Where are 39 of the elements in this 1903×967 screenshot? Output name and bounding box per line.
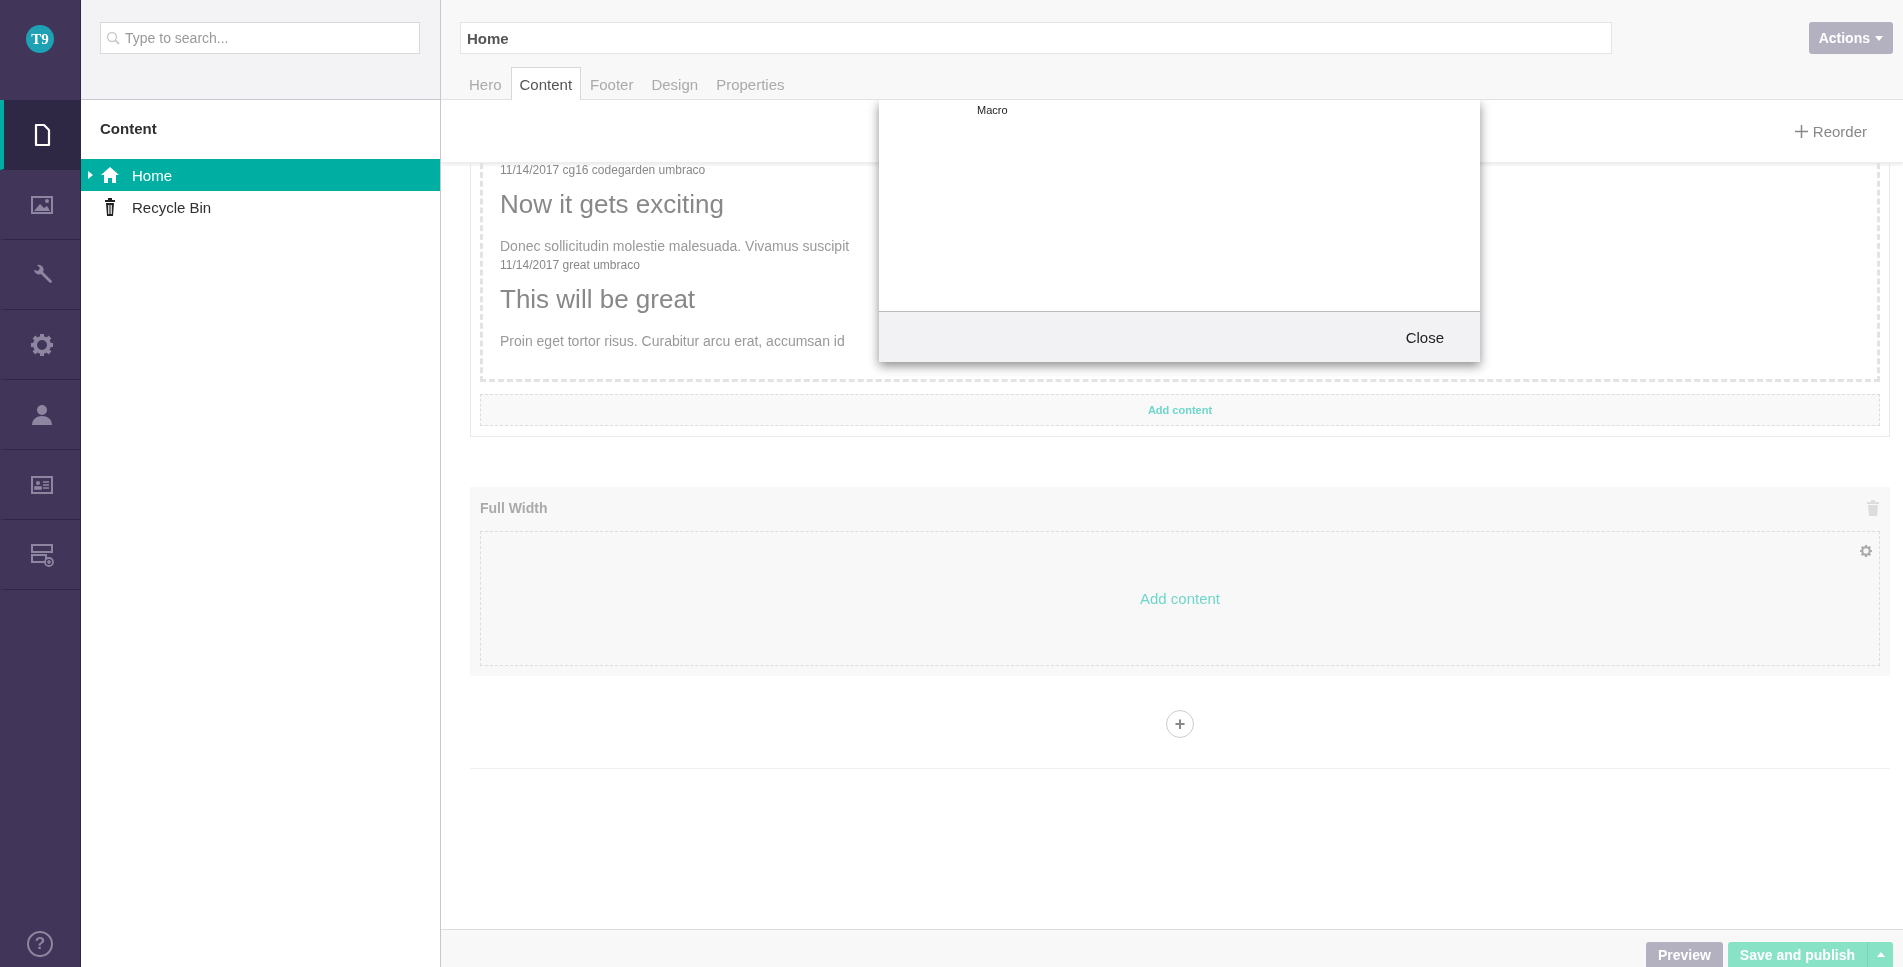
section-button[interactable] bbox=[0, 100, 80, 170]
more-options-button[interactable] bbox=[1867, 942, 1893, 967]
actions-button[interactable]: Actions bbox=[1808, 22, 1893, 54]
caret-icon bbox=[1876, 952, 1885, 957]
help-button[interactable]: ? bbox=[27, 931, 53, 957]
add-content-button[interactable]: Add content bbox=[480, 394, 1880, 426]
tab[interactable]: Footer bbox=[581, 67, 643, 100]
move-icon bbox=[1794, 124, 1808, 138]
tree-heading: Content bbox=[99, 119, 158, 139]
reorder-button[interactable]: Reorder bbox=[1788, 121, 1873, 141]
tree-item[interactable]: Home bbox=[81, 159, 440, 191]
add-row-button[interactable]: + bbox=[1166, 710, 1194, 738]
name-field[interactable]: Home bbox=[460, 22, 1612, 54]
post-date: 11/14/2017 cg16 codegarden umbraco bbox=[500, 163, 707, 177]
post-date: 11/14/2017 great umbraco bbox=[500, 258, 641, 272]
caret-icon[interactable] bbox=[86, 171, 94, 179]
settings-icon bbox=[29, 331, 55, 358]
save-and-publish-button[interactable]: Save and publish bbox=[1727, 942, 1867, 967]
tab[interactable]: Content bbox=[510, 67, 582, 100]
row-title: Full Width bbox=[480, 500, 548, 516]
settings-icon[interactable] bbox=[1859, 544, 1873, 558]
tab[interactable]: Design bbox=[642, 67, 708, 100]
post-heading: This will be great bbox=[500, 284, 697, 315]
tab[interactable]: Properties bbox=[707, 67, 794, 100]
close-button[interactable]: Close bbox=[1399, 327, 1450, 347]
tab[interactable]: Hero bbox=[460, 67, 511, 100]
home-icon bbox=[100, 165, 120, 185]
post-heading: Now it gets exciting bbox=[500, 189, 725, 220]
post-text: Proin eget tortor risus. Curabitur arcu erat, accumsan id bbox=[500, 333, 845, 349]
caret-icon bbox=[1875, 35, 1883, 41]
search-field[interactable]: Type to search... bbox=[100, 22, 420, 54]
layout-add-icon bbox=[29, 541, 55, 568]
search-icon bbox=[106, 31, 120, 45]
logo[interactable]: T9 bbox=[26, 25, 54, 53]
dialog-text: Macro bbox=[976, 103, 1009, 118]
add-content-link[interactable]: Add content bbox=[1139, 590, 1221, 607]
tree-item[interactable]: Recycle Bin bbox=[81, 191, 440, 223]
preview-button[interactable]: Preview bbox=[1645, 942, 1723, 967]
post-text: Donec sollicitudin molestie malesuada. Vivamus suscipit bbox=[500, 238, 850, 254]
